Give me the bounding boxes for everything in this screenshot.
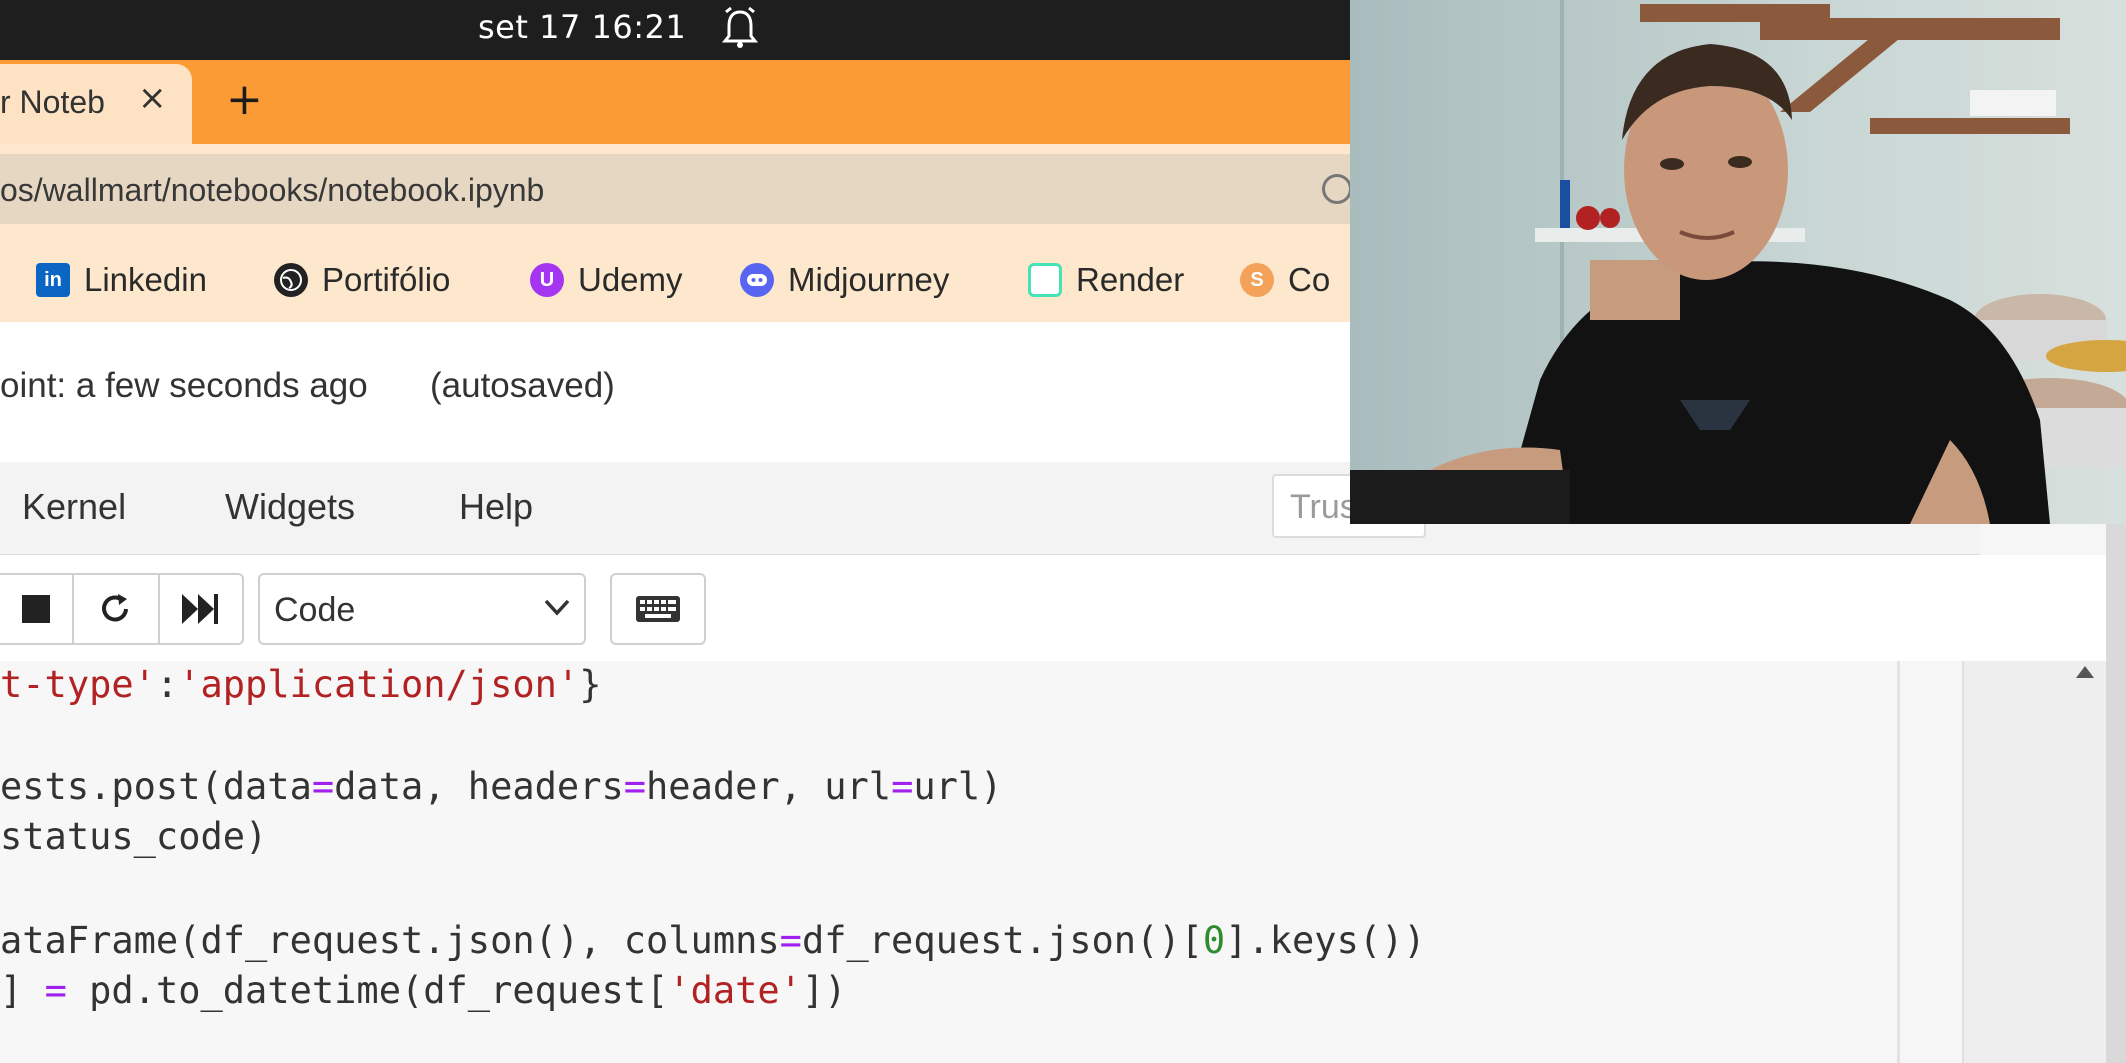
code-line: ests.post(data=data, headers=header, url… <box>0 765 1002 808</box>
bookmark-label: Portifólio <box>322 261 451 298</box>
chevron-down-icon <box>544 599 570 616</box>
tab-title-wrap: r Noteb <box>0 64 126 144</box>
code-line: ] = pd.to_datetime(df_request['date']) <box>0 969 847 1012</box>
url-text: os/wallmart/notebooks/notebook.ipynb <box>0 172 545 208</box>
menu-help[interactable]: Help <box>459 486 533 528</box>
code-token: = <box>44 969 67 1012</box>
code-token: : <box>155 663 179 706</box>
bookmark-linkedin[interactable]: in Linkedin <box>36 258 207 302</box>
code-token: pd.to_datetime(df_request[ <box>66 969 669 1012</box>
bookmark-render[interactable]: Render <box>1028 258 1184 302</box>
bookmark-co[interactable]: S Co <box>1240 258 1330 302</box>
cell-type-select[interactable]: Code <box>258 573 586 645</box>
code-token: ataFrame(df_request.json(), columns <box>0 919 780 962</box>
code-cell-editor[interactable]: t-type':'application/json'} ests.post(da… <box>0 661 1900 1063</box>
bookmark-label: Render <box>1076 261 1185 298</box>
page-scrollbar[interactable] <box>2106 520 2126 1063</box>
code-token: data, headers <box>334 765 624 808</box>
code-token: 'application/json' <box>178 663 580 706</box>
right-margin-pane <box>1964 661 2106 1063</box>
checkpoint-status: oint: a few seconds ago <box>0 366 368 405</box>
webcam-overlay <box>1350 0 2126 524</box>
fast-forward-icon <box>182 594 218 624</box>
webcam-person-image <box>1350 0 2126 524</box>
code-token: ].keys()) <box>1225 919 1426 962</box>
menu-widgets[interactable]: Widgets <box>225 486 355 528</box>
bookmark-label: Midjourney <box>788 261 950 298</box>
restart-icon <box>102 594 128 622</box>
render-icon <box>1028 263 1062 297</box>
interrupt-kernel-button[interactable] <box>0 575 74 643</box>
code-token: ]) <box>801 969 847 1012</box>
bookmark-udemy[interactable]: U Udemy <box>530 258 683 302</box>
code-token: url) <box>913 765 1003 808</box>
bookmark-label: Co <box>1288 261 1331 298</box>
scroll-up-arrow-icon[interactable] <box>2076 666 2094 678</box>
keyboard-icon <box>636 596 680 622</box>
bookmark-icon: S <box>1240 263 1274 297</box>
system-clock[interactable]: set 17 16:21 <box>478 8 686 46</box>
bookmark-label: Linkedin <box>84 261 207 298</box>
autosave-status: (autosaved) <box>430 366 615 405</box>
new-tab-button[interactable]: + <box>226 74 263 125</box>
command-palette-button[interactable] <box>610 573 706 645</box>
site-info-icon[interactable] <box>1322 174 1352 204</box>
code-token: 0 <box>1202 919 1226 962</box>
menu-kernel[interactable]: Kernel <box>22 486 126 528</box>
code-token: } <box>579 663 602 706</box>
cell-type-value: Code <box>274 591 356 629</box>
bookmark-label: Udemy <box>578 261 683 298</box>
alarm-bell-icon[interactable] <box>722 6 758 50</box>
bookmark-portifolio[interactable]: Portifólio <box>274 258 450 302</box>
code-token: 'date' <box>668 969 802 1012</box>
code-line: ataFrame(df_request.json(), columns=df_r… <box>0 919 1426 962</box>
tab-notebook[interactable]: r Noteb × <box>0 64 192 144</box>
url-field[interactable]: os/wallmart/notebooks/notebook.ipynb <box>0 154 1380 224</box>
code-token: = <box>891 765 914 808</box>
code-token: ] <box>0 969 45 1012</box>
restart-kernel-button[interactable] <box>72 575 160 643</box>
code-line: status_code) <box>0 815 267 858</box>
code-token: status_code) <box>0 815 268 858</box>
notebook-toolbar: Code <box>0 555 2106 661</box>
code-token: df_request.json()[ <box>801 919 1203 962</box>
code-token: = <box>779 919 802 962</box>
linkedin-icon: in <box>36 263 70 297</box>
code-line: t-type':'application/json'} <box>0 663 601 706</box>
code-token: t-type' <box>0 663 156 706</box>
code-token: = <box>623 765 647 808</box>
code-token: header, url <box>646 765 892 808</box>
globe-icon <box>274 263 308 297</box>
discord-icon <box>740 263 774 297</box>
run-controls-group <box>0 573 244 645</box>
close-tab-icon[interactable]: × <box>138 78 167 118</box>
tab-title: r Noteb <box>0 84 105 120</box>
bookmark-midjourney[interactable]: Midjourney <box>740 258 949 302</box>
code-token: ests.post(data <box>0 765 312 808</box>
restart-run-all-button[interactable] <box>158 575 242 643</box>
code-token: = <box>311 765 335 808</box>
stop-icon <box>22 595 50 623</box>
udemy-icon: U <box>530 263 564 297</box>
